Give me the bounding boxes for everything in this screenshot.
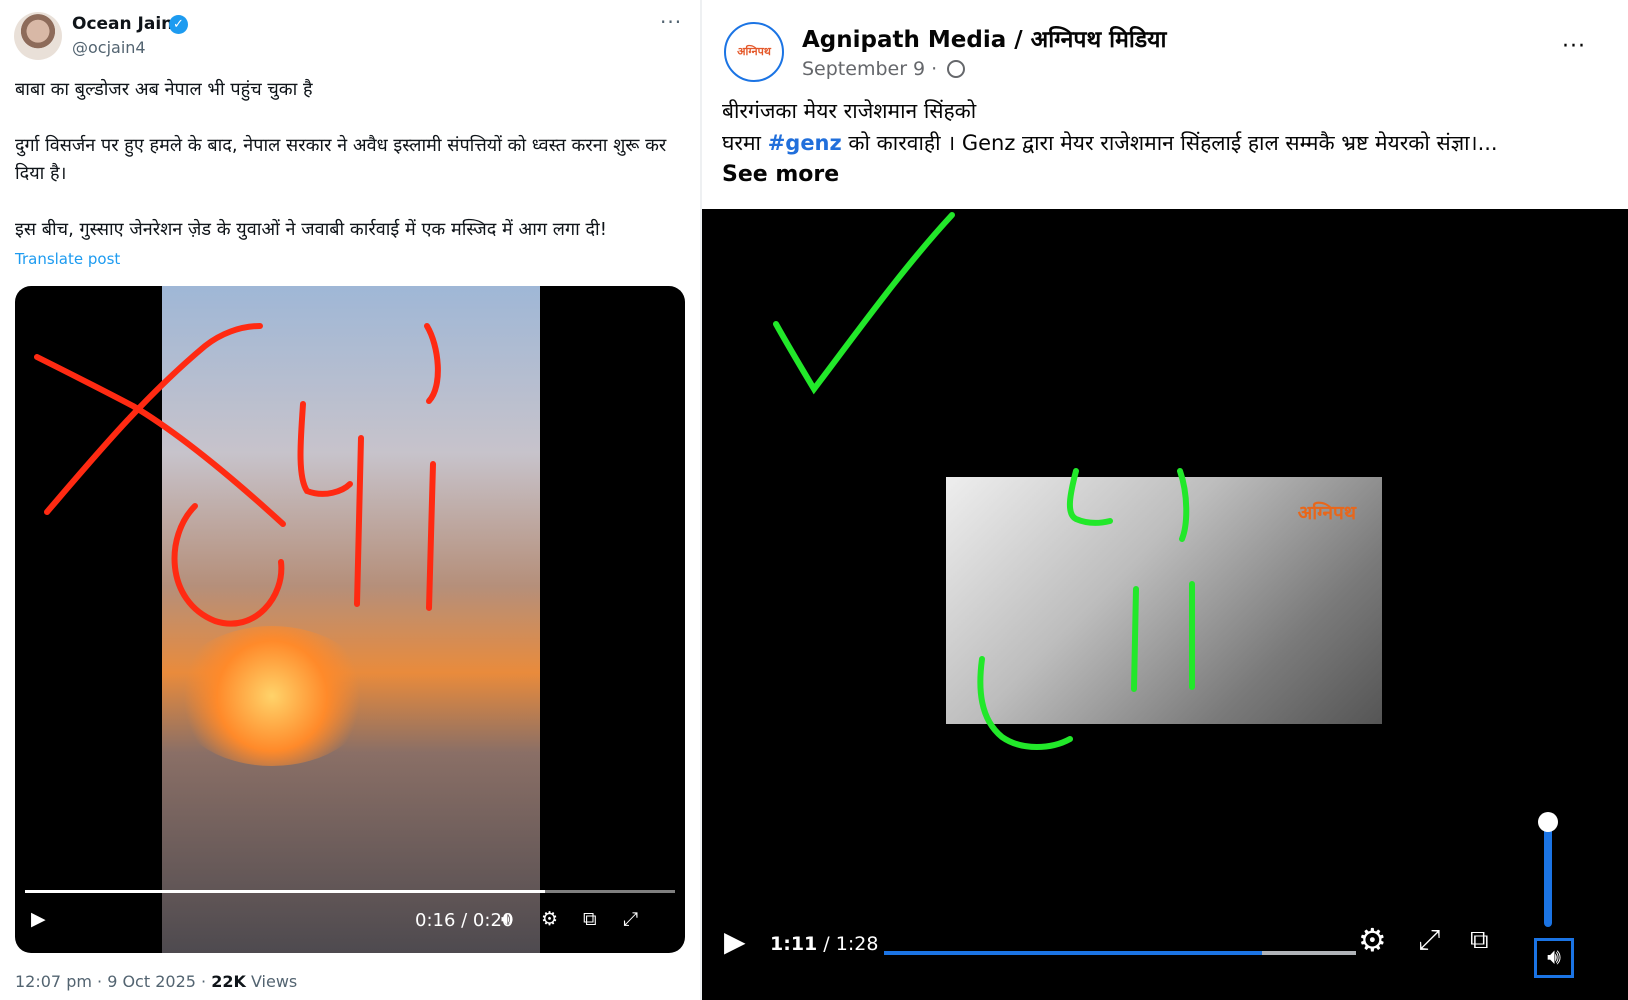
current-time: 1:11 bbox=[770, 933, 818, 955]
cross-stroke bbox=[34, 354, 286, 527]
x-post: Ocean Jain ✓ @ocjain4 ··· बाबा का बुल्डो… bbox=[0, 0, 702, 1000]
vertical-stroke bbox=[354, 435, 364, 607]
post-date[interactable]: September 9 · bbox=[802, 58, 966, 80]
see-more-link[interactable]: See more bbox=[722, 162, 839, 187]
post-text-prefix: घरमा bbox=[722, 131, 768, 155]
video-time: 1:11 / 1:28 bbox=[770, 933, 878, 955]
post-date-text: September 9 · bbox=[802, 58, 938, 80]
globe-icon bbox=[947, 60, 966, 78]
l-stroke bbox=[977, 656, 1073, 750]
views-count: 22K bbox=[211, 972, 246, 991]
video-progress-bar[interactable] bbox=[884, 951, 1356, 955]
volume-slider-handle[interactable] bbox=[1538, 812, 1558, 832]
vertical-stroke bbox=[426, 461, 436, 611]
u-stroke bbox=[171, 503, 285, 627]
check-mark bbox=[773, 212, 955, 395]
hook-stroke bbox=[424, 323, 441, 404]
page-avatar[interactable]: अग्निपथ bbox=[724, 22, 784, 82]
video-progress-fill bbox=[25, 890, 545, 893]
hashtag-link[interactable]: #genz bbox=[768, 131, 842, 155]
post-text-line: घरमा #genz को कारवाही । Genz द्वारा मेयर… bbox=[722, 128, 1602, 159]
hook-stroke bbox=[1177, 468, 1190, 542]
post-text-line: इस बीच, गुस्साए जेनरेशन ज़ेड के युवाओं न… bbox=[15, 219, 607, 240]
post-meta: 12:07 pm · 9 Oct 2025 · 22K Views bbox=[15, 972, 297, 991]
pip-icon[interactable]: ⧉ bbox=[583, 908, 597, 930]
video-progress-bar[interactable] bbox=[25, 890, 675, 893]
video-progress-fill bbox=[884, 951, 1262, 955]
video-player[interactable]: ▶ 0:16 / 0:20 🔊︎ ⚙ ⧉ ⤢ bbox=[15, 286, 685, 953]
fullscreen-icon[interactable]: ⤢ bbox=[1418, 923, 1440, 957]
more-options-icon[interactable]: ··· bbox=[1562, 34, 1586, 59]
video-time: 0:16 / 0:20 bbox=[415, 910, 514, 931]
views-label: Views bbox=[245, 972, 298, 991]
red-annotation-overlay bbox=[34, 323, 441, 627]
fullscreen-icon[interactable]: ⤢ bbox=[623, 908, 638, 930]
translate-post-link[interactable]: Translate post bbox=[15, 250, 120, 268]
volume-icon[interactable]: 🔊︎ bbox=[501, 908, 513, 930]
display-name[interactable]: Ocean Jain bbox=[72, 14, 173, 34]
post-timestamp[interactable]: 12:07 pm · 9 Oct 2025 · bbox=[15, 972, 211, 991]
facebook-post: अग्निपथ Agnipath Media / अग्निपथ मिडिया … bbox=[702, 0, 1628, 1000]
page-name[interactable]: Agnipath Media / अग्निपथ मिडिया bbox=[802, 22, 1166, 54]
post-text-line: दुर्गा विसर्जन पर हुए हमले के बाद, नेपाल… bbox=[15, 135, 667, 184]
more-options-icon[interactable]: ··· bbox=[660, 10, 682, 34]
avatar[interactable] bbox=[14, 12, 62, 60]
post-text-line: बीरगंजका मेयर राजेशमान सिंहको bbox=[722, 99, 977, 123]
video-player[interactable]: अग्निपथ ▶ 1:11 / 1:28 ⚙ ⤢ ⧉ 🔊︎ bbox=[702, 209, 1628, 1000]
l-stroke bbox=[297, 401, 353, 497]
pip-icon[interactable]: ⧉ bbox=[1470, 925, 1489, 956]
volume-icon[interactable]: 🔊︎ bbox=[1534, 938, 1574, 978]
green-annotation-overlay bbox=[773, 212, 1195, 750]
play-icon[interactable]: ▶ bbox=[724, 925, 746, 958]
settings-icon[interactable]: ⚙ bbox=[541, 908, 558, 930]
settings-icon[interactable]: ⚙ bbox=[1358, 921, 1387, 959]
user-handle[interactable]: @ocjain4 bbox=[72, 38, 146, 57]
post-text-suffix: को कारवाही । Genz द्वारा मेयर राजेशमान स… bbox=[841, 131, 1498, 155]
verified-badge-icon: ✓ bbox=[169, 15, 188, 34]
total-time: / 1:28 bbox=[817, 933, 879, 955]
l-stroke bbox=[1067, 468, 1113, 526]
play-icon[interactable]: ▶ bbox=[31, 908, 46, 930]
vertical-stroke bbox=[1131, 586, 1139, 692]
volume-slider[interactable] bbox=[1544, 825, 1552, 927]
post-text-line: बाबा का बुल्डोजर अब नेपाल भी पहुंच चुका … bbox=[15, 79, 313, 100]
